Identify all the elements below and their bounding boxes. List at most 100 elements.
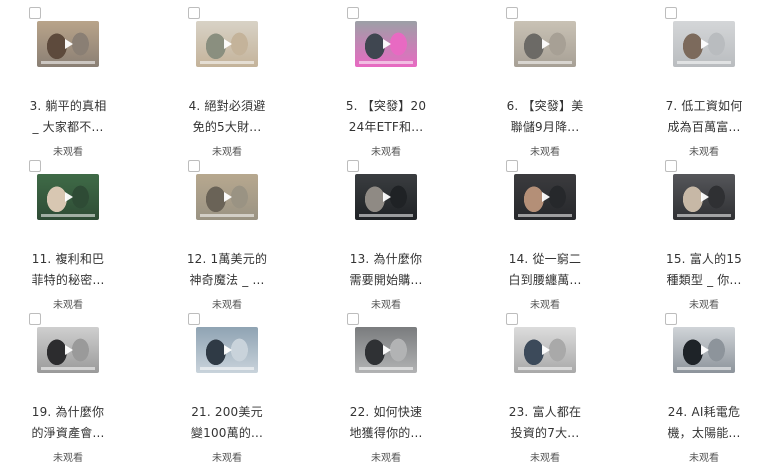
video-thumbnail[interactable] <box>355 21 417 67</box>
select-checkbox[interactable] <box>665 160 677 172</box>
video-title[interactable]: 14. 從一窮二 白到腰纏萬... <box>502 249 588 291</box>
video-card[interactable]: 5. 【突發】20 24年ETF和... 未观看 <box>346 7 495 158</box>
watch-status: 未观看 <box>371 300 401 311</box>
video-title[interactable]: 6. 【突發】美 聯儲9月降... <box>502 96 588 138</box>
thumbnail-caption-bar <box>518 214 572 217</box>
video-card[interactable]: 4. 絕對必須避 免的5大財... 未观看 <box>188 7 336 158</box>
video-title[interactable]: 3. 躺平的真相 _ 大家都不... <box>25 96 111 138</box>
select-checkbox[interactable] <box>188 313 200 325</box>
video-card[interactable]: 15. 富人的15 種類型 _ 你... 未观看 <box>665 160 765 311</box>
video-title[interactable]: 23. 富人都在 投資的7大... <box>502 402 588 444</box>
play-icon <box>383 39 391 49</box>
select-checkbox[interactable] <box>665 313 677 325</box>
select-checkbox[interactable] <box>29 7 41 19</box>
video-card[interactable]: 13. 為什麼你 需要開始購... 未观看 <box>347 160 495 311</box>
video-title[interactable]: 4. 絕對必須避 免的5大財... <box>184 96 270 138</box>
video-thumbnail[interactable] <box>514 327 576 373</box>
video-card[interactable]: 11. 複利和巴 菲特的秘密... 未观看 <box>29 160 177 311</box>
video-card[interactable]: 7. 低工資如何 成為百萬富... 未观看 <box>665 7 765 158</box>
video-title[interactable]: 24. AI耗電危 機，太陽能... <box>661 402 747 444</box>
video-title-line2: 需要開始購... <box>349 273 423 287</box>
watch-status: 未观看 <box>212 453 242 464</box>
video-title[interactable]: 22. 如何快速 地獲得你的... <box>343 402 429 444</box>
video-card[interactable]: 22. 如何快速 地獲得你的... 未观看 <box>347 313 495 464</box>
video-title-line1: 5. 【突發】20 <box>345 99 427 113</box>
video-title[interactable]: 19. 為什麼你 的淨資產會... <box>25 402 111 444</box>
video-title-line2: 白到腰纏萬... <box>508 273 582 287</box>
video-title[interactable]: 7. 低工資如何 成為百萬富... <box>661 96 747 138</box>
video-card[interactable]: 12. 1萬美元的 神奇魔法 _ ... 未观看 <box>187 160 336 311</box>
video-title[interactable]: 12. 1萬美元的 神奇魔法 _ ... <box>184 249 270 291</box>
video-title-line1: 21. 200美元 <box>191 405 263 419</box>
video-title-line1: 6. 【突發】美 <box>506 99 584 113</box>
select-checkbox[interactable] <box>506 313 518 325</box>
video-title-line2: 菲特的秘密... <box>31 273 105 287</box>
watch-status: 未观看 <box>530 300 560 311</box>
select-checkbox[interactable] <box>347 313 359 325</box>
select-checkbox[interactable] <box>506 7 518 19</box>
thumbnail-caption-bar <box>518 61 572 64</box>
video-title-line1: 24. AI耗電危 <box>667 405 741 419</box>
watch-status: 未观看 <box>371 147 401 158</box>
select-checkbox[interactable] <box>347 160 359 172</box>
play-icon <box>65 39 73 49</box>
play-icon <box>701 192 709 202</box>
video-thumbnail[interactable] <box>673 21 735 67</box>
video-card[interactable]: 19. 為什麼你 的淨資產會... 未观看 <box>29 313 177 464</box>
play-icon <box>65 192 73 202</box>
select-checkbox[interactable] <box>29 160 41 172</box>
select-checkbox[interactable] <box>188 7 200 19</box>
video-thumbnail[interactable] <box>196 327 258 373</box>
video-title-line2: 成為百萬富... <box>667 120 741 134</box>
video-thumbnail[interactable] <box>355 327 417 373</box>
play-icon <box>542 345 550 355</box>
play-icon <box>383 345 391 355</box>
video-thumbnail[interactable] <box>355 174 417 220</box>
thumbnail-caption-bar <box>359 367 413 370</box>
video-title[interactable]: 21. 200美元 變100萬的... <box>184 402 270 444</box>
select-checkbox[interactable] <box>347 7 359 19</box>
video-grid: 3. 躺平的真相 _ 大家都不... 未观看 4. 絕對必須避 免的5大財... 未观看 5… <box>0 0 765 467</box>
video-title-line1: 4. 絕對必須避 <box>188 99 266 113</box>
thumbnail-caption-bar <box>677 214 731 217</box>
video-card[interactable]: 23. 富人都在 投資的7大... 未观看 <box>506 313 654 464</box>
video-title[interactable]: 13. 為什麼你 需要開始購... <box>343 249 429 291</box>
select-checkbox[interactable] <box>188 160 200 172</box>
video-title-line2: 的淨資產會... <box>31 426 105 440</box>
watch-status: 未观看 <box>212 147 242 158</box>
video-thumbnail[interactable] <box>37 21 99 67</box>
video-thumbnail[interactable] <box>514 174 576 220</box>
video-title-line2: 聯儲9月降... <box>510 120 580 134</box>
video-card[interactable]: 6. 【突發】美 聯儲9月降... 未观看 <box>506 7 654 158</box>
watch-status: 未观看 <box>53 147 83 158</box>
video-title-line1: 22. 如何快速 <box>349 405 423 419</box>
video-title-line1: 11. 複利和巴 <box>31 252 105 266</box>
play-icon <box>65 345 73 355</box>
thumbnail-caption-bar <box>41 367 95 370</box>
watch-status: 未观看 <box>371 453 401 464</box>
video-thumbnail[interactable] <box>37 327 99 373</box>
video-thumbnail[interactable] <box>673 174 735 220</box>
video-card[interactable]: 24. AI耗電危 機，太陽能... 未观看 <box>665 313 765 464</box>
video-title-line2: _ 大家都不... <box>32 120 104 134</box>
video-title[interactable]: 5. 【突發】20 24年ETF和... <box>343 96 429 138</box>
video-title[interactable]: 11. 複利和巴 菲特的秘密... <box>25 249 111 291</box>
video-thumbnail[interactable] <box>514 21 576 67</box>
video-title-line2: 投資的7大... <box>510 426 580 440</box>
watch-status: 未观看 <box>53 300 83 311</box>
watch-status: 未观看 <box>530 147 560 158</box>
video-card[interactable]: 3. 躺平的真相 _ 大家都不... 未观看 <box>29 7 177 158</box>
play-icon <box>542 39 550 49</box>
select-checkbox[interactable] <box>665 7 677 19</box>
video-thumbnail[interactable] <box>37 174 99 220</box>
video-thumbnail[interactable] <box>196 21 258 67</box>
video-thumbnail[interactable] <box>196 174 258 220</box>
video-thumbnail[interactable] <box>673 327 735 373</box>
video-card[interactable]: 21. 200美元 變100萬的... 未观看 <box>188 313 336 464</box>
video-title[interactable]: 15. 富人的15 種類型 _ 你... <box>661 249 747 291</box>
thumbnail-caption-bar <box>677 367 731 370</box>
select-checkbox[interactable] <box>506 160 518 172</box>
thumbnail-caption-bar <box>41 61 95 64</box>
select-checkbox[interactable] <box>29 313 41 325</box>
video-card[interactable]: 14. 從一窮二 白到腰纏萬... 未观看 <box>506 160 654 311</box>
